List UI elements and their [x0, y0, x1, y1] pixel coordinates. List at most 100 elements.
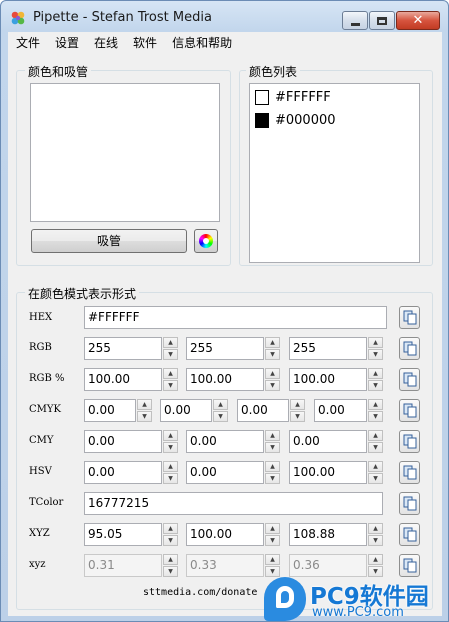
cmyk-c-spinner[interactable]: ▲ ▼: [137, 399, 152, 422]
spin-down-icon[interactable]: ▼: [213, 411, 228, 422]
spin-up-icon[interactable]: ▲: [265, 523, 280, 534]
spin-up-icon[interactable]: ▲: [368, 523, 383, 534]
spin-down-icon[interactable]: ▼: [137, 411, 152, 422]
rgb-percent-g-field[interactable]: 100.00: [186, 368, 264, 391]
rgb-percent-b-spinner[interactable]: ▲ ▼: [368, 368, 383, 391]
cmy-y-field[interactable]: 0.00: [289, 430, 367, 453]
spin-up-icon[interactable]: ▲: [163, 430, 178, 441]
spin-down-icon[interactable]: ▼: [265, 535, 280, 546]
hsv-h-field[interactable]: 0.00: [84, 461, 162, 484]
cmyk-c-field[interactable]: 0.00: [84, 399, 136, 422]
tcolor-field[interactable]: 16777215: [84, 492, 383, 515]
copy-tcolor-button[interactable]: [399, 492, 420, 515]
spin-down-icon[interactable]: ▼: [368, 473, 383, 484]
cmyk-y-spinner[interactable]: ▲ ▼: [290, 399, 305, 422]
hsv-v-spinner[interactable]: ▲ ▼: [368, 461, 383, 484]
minimize-button[interactable]: [342, 11, 368, 30]
spin-up-icon[interactable]: ▲: [265, 368, 280, 379]
xyz-x-spinner[interactable]: ▲ ▼: [163, 523, 178, 546]
close-button[interactable]: ✕: [396, 11, 440, 30]
menu-software[interactable]: 软件: [125, 32, 164, 52]
spin-down-icon[interactable]: ▼: [368, 535, 383, 546]
spin-up-icon[interactable]: ▲: [368, 430, 383, 441]
spin-down-icon[interactable]: ▼: [290, 411, 305, 422]
cmyk-m-spinner[interactable]: ▲ ▼: [213, 399, 228, 422]
menu-file[interactable]: 文件: [8, 32, 47, 52]
xyz-x-field[interactable]: 95.05: [84, 523, 162, 546]
maximize-button[interactable]: [369, 11, 395, 30]
cmyk-k-spinner[interactable]: ▲ ▼: [368, 399, 383, 422]
spin-down-icon[interactable]: ▼: [265, 380, 280, 391]
rgb-g-spinner[interactable]: ▲ ▼: [265, 337, 280, 360]
spin-down-icon[interactable]: ▼: [265, 442, 280, 453]
rgb-r-field[interactable]: 255: [84, 337, 162, 360]
rgb-g-field[interactable]: 255: [186, 337, 264, 360]
spin-down-icon[interactable]: ▼: [163, 380, 178, 391]
spin-down-icon[interactable]: ▼: [368, 380, 383, 391]
cmy-c-field[interactable]: 0.00: [84, 430, 162, 453]
spin-up-icon[interactable]: ▲: [265, 430, 280, 441]
hex-field[interactable]: #FFFFFF: [84, 306, 387, 329]
xyz-y-field[interactable]: 100.00: [186, 523, 264, 546]
copy-hex-button[interactable]: [399, 306, 420, 329]
spin-up-icon[interactable]: ▲: [265, 337, 280, 348]
spin-up-icon[interactable]: ▲: [368, 368, 383, 379]
rgb-percent-r-spinner[interactable]: ▲ ▼: [163, 368, 178, 391]
cmy-y-spinner[interactable]: ▲ ▼: [368, 430, 383, 453]
spin-up-icon[interactable]: ▲: [265, 461, 280, 472]
menu-help[interactable]: 信息和帮助: [164, 32, 239, 52]
cmy-m-spinner[interactable]: ▲ ▼: [265, 430, 280, 453]
list-item[interactable]: #000000: [255, 110, 336, 130]
list-item[interactable]: #FFFFFF: [255, 87, 331, 107]
copy-rgb-button[interactable]: [399, 337, 420, 360]
spin-down-icon[interactable]: ▼: [163, 473, 178, 484]
spin-up-icon[interactable]: ▲: [290, 399, 305, 410]
menu-settings[interactable]: 设置: [47, 32, 86, 52]
spin-down-icon[interactable]: ▼: [163, 442, 178, 453]
spin-up-icon[interactable]: ▲: [213, 399, 228, 410]
xyz-z-spinner[interactable]: ▲ ▼: [368, 523, 383, 546]
menu-online[interactable]: 在线: [86, 32, 125, 52]
color-list[interactable]: #FFFFFF #000000: [249, 83, 420, 263]
cmy-m-field[interactable]: 0.00: [186, 430, 264, 453]
cmyk-y-field[interactable]: 0.00: [237, 399, 289, 422]
hsv-s-field[interactable]: 0.00: [186, 461, 264, 484]
rgb-r-spinner[interactable]: ▲ ▼: [163, 337, 178, 360]
cmy-c-spinner[interactable]: ▲ ▼: [163, 430, 178, 453]
copy-rgb-percent-button[interactable]: [399, 368, 420, 391]
spin-down-icon[interactable]: ▼: [368, 349, 383, 360]
spin-down-icon[interactable]: ▼: [265, 473, 280, 484]
pipette-button[interactable]: 吸管: [31, 229, 187, 253]
rgb-percent-b-field[interactable]: 100.00: [289, 368, 367, 391]
spin-up-icon[interactable]: ▲: [163, 337, 178, 348]
cmyk-m-field[interactable]: 0.00: [160, 399, 212, 422]
rgb-percent-r-field[interactable]: 100.00: [84, 368, 162, 391]
spin-up-icon[interactable]: ▲: [163, 461, 178, 472]
rgb-b-field[interactable]: 255: [289, 337, 367, 360]
spin-down-icon[interactable]: ▼: [163, 535, 178, 546]
copy-cmy-button[interactable]: [399, 430, 420, 453]
spin-up-icon[interactable]: ▲: [163, 368, 178, 379]
title-bar[interactable]: Pipette - Stefan Trost Media ✕: [1, 1, 448, 32]
copy-hsv-button[interactable]: [399, 461, 420, 484]
hsv-h-spinner[interactable]: ▲ ▼: [163, 461, 178, 484]
spin-up-icon[interactable]: ▲: [137, 399, 152, 410]
spin-down-icon[interactable]: ▼: [265, 349, 280, 360]
cmyk-k-field[interactable]: 0.00: [314, 399, 367, 422]
spin-down-icon[interactable]: ▼: [368, 411, 383, 422]
copy-cmyk-button[interactable]: [399, 399, 420, 422]
spin-up-icon[interactable]: ▲: [368, 337, 383, 348]
spin-up-icon[interactable]: ▲: [163, 523, 178, 534]
hsv-s-spinner[interactable]: ▲ ▼: [265, 461, 280, 484]
rgb-b-spinner[interactable]: ▲ ▼: [368, 337, 383, 360]
copy-xyz-button[interactable]: [399, 523, 420, 546]
copy-xyz-chromaticity-button[interactable]: [399, 554, 420, 577]
spin-up-icon[interactable]: ▲: [368, 399, 383, 410]
spin-down-icon[interactable]: ▼: [163, 349, 178, 360]
xyz-z-field[interactable]: 108.88: [289, 523, 367, 546]
spin-down-icon[interactable]: ▼: [368, 442, 383, 453]
xyz-y-spinner[interactable]: ▲ ▼: [265, 523, 280, 546]
rgb-percent-g-spinner[interactable]: ▲ ▼: [265, 368, 280, 391]
color-wheel-button[interactable]: [194, 229, 218, 253]
hsv-v-field[interactable]: 100.00: [289, 461, 367, 484]
